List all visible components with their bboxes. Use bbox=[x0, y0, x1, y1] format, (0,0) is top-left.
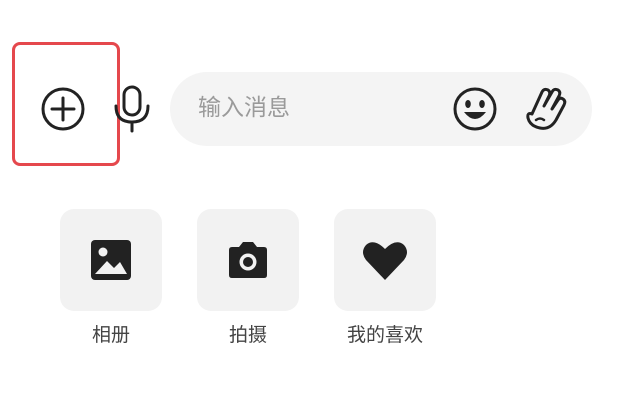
album-button[interactable] bbox=[60, 209, 162, 311]
wave-button[interactable] bbox=[522, 84, 568, 134]
favorites-label: 我的喜欢 bbox=[346, 324, 423, 346]
microphone-icon bbox=[114, 85, 150, 133]
emoji-smile-icon bbox=[453, 87, 497, 131]
favorites-button[interactable] bbox=[334, 209, 436, 311]
camera-button[interactable] bbox=[197, 209, 299, 311]
waving-hand-icon bbox=[526, 87, 567, 130]
album-label: 相册 bbox=[91, 324, 130, 346]
plus-button[interactable] bbox=[40, 86, 86, 132]
plus-circle-icon bbox=[41, 87, 85, 131]
heart-icon bbox=[363, 242, 407, 280]
emoji-button[interactable] bbox=[452, 86, 498, 132]
message-input-container[interactable] bbox=[170, 72, 592, 146]
voice-button[interactable] bbox=[110, 84, 154, 134]
image-icon bbox=[91, 240, 131, 280]
camera-label: 拍摄 bbox=[228, 324, 267, 346]
camera-icon bbox=[229, 242, 267, 278]
message-input[interactable] bbox=[198, 90, 448, 126]
